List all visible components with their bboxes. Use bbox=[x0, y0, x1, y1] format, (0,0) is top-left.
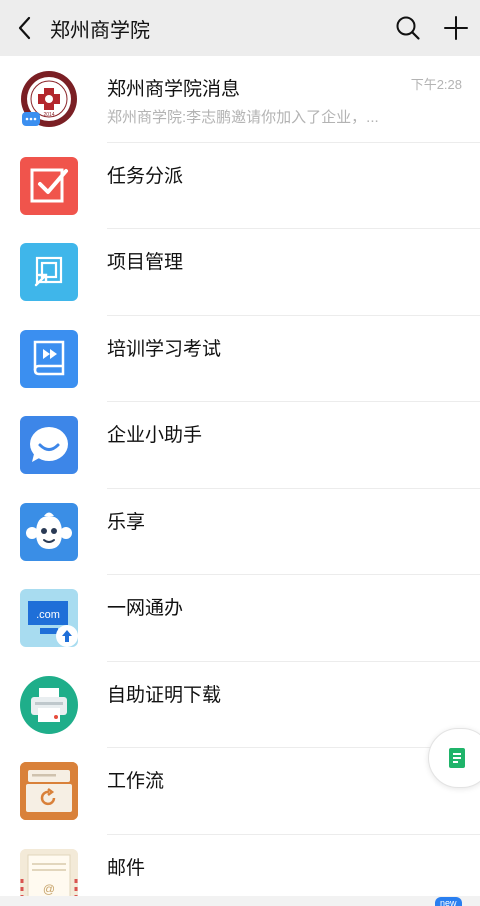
list-item-task-assignment[interactable]: 任务分派 bbox=[0, 143, 480, 229]
add-button[interactable] bbox=[432, 0, 480, 56]
task-check-icon bbox=[20, 156, 78, 215]
item-preview: 郑州商学院:李志鹏邀请你加入了企业，... bbox=[107, 109, 379, 126]
logo-year: 2014 bbox=[43, 112, 54, 118]
app-list: 2014 郑州商学院消息 下午2:28 郑州商学院:李志鹏邀请你加入了企业，..… bbox=[0, 56, 480, 906]
search-icon bbox=[396, 16, 420, 40]
list-item-workflow[interactable]: 工作流 bbox=[0, 748, 480, 835]
printer-icon bbox=[20, 675, 78, 734]
search-button[interactable] bbox=[384, 0, 432, 56]
school-logo-icon: 2014 bbox=[20, 70, 78, 128]
svg-text:.com: .com bbox=[36, 609, 60, 621]
project-icon bbox=[20, 243, 78, 301]
plus-icon bbox=[444, 16, 468, 40]
document-icon bbox=[449, 748, 465, 768]
item-name: 自助证明下载 bbox=[107, 684, 222, 706]
chevron-left-icon bbox=[18, 16, 31, 40]
list-item-certificate-download[interactable]: 自助证明下载 bbox=[0, 662, 480, 748]
monkey-icon bbox=[20, 502, 78, 561]
training-book-icon bbox=[20, 329, 78, 388]
item-name: 郑州商学院消息 bbox=[107, 79, 241, 100]
top-bar: 郑州商学院 bbox=[0, 0, 480, 56]
new-badge: new bbox=[435, 897, 462, 906]
list-item-project-management[interactable]: 项目管理 bbox=[0, 229, 480, 316]
list-item-lexiang[interactable]: 乐享 bbox=[0, 489, 480, 575]
list-item-one-stop-service[interactable]: .com 一网通办 bbox=[0, 575, 480, 662]
list-item-assistant[interactable]: 企业小助手 bbox=[0, 402, 480, 489]
item-name: 企业小助手 bbox=[107, 425, 203, 446]
back-button[interactable] bbox=[0, 0, 48, 56]
item-name: 邮件 bbox=[107, 857, 146, 879]
svg-text:@: @ bbox=[43, 882, 55, 896]
list-item-school-messages[interactable]: 2014 郑州商学院消息 下午2:28 郑州商学院:李志鹏邀请你加入了企业，..… bbox=[0, 56, 480, 143]
item-name: 一网通办 bbox=[107, 598, 184, 619]
item-name: 培训学习考试 bbox=[107, 338, 222, 360]
item-name: 工作流 bbox=[107, 771, 165, 792]
floating-doc-button[interactable] bbox=[428, 728, 480, 788]
bottom-bar bbox=[0, 896, 480, 906]
workflow-icon bbox=[20, 762, 78, 820]
item-name: 乐享 bbox=[107, 511, 146, 533]
dotcom-icon: .com bbox=[20, 589, 78, 647]
page-title: 郑州商学院 bbox=[50, 19, 150, 42]
list-item-training[interactable]: 培训学习考试 bbox=[0, 316, 480, 402]
item-name: 项目管理 bbox=[107, 252, 184, 273]
assistant-chat-icon bbox=[20, 416, 78, 474]
item-name: 任务分派 bbox=[107, 165, 184, 187]
item-time: 下午2:28 bbox=[410, 77, 462, 92]
